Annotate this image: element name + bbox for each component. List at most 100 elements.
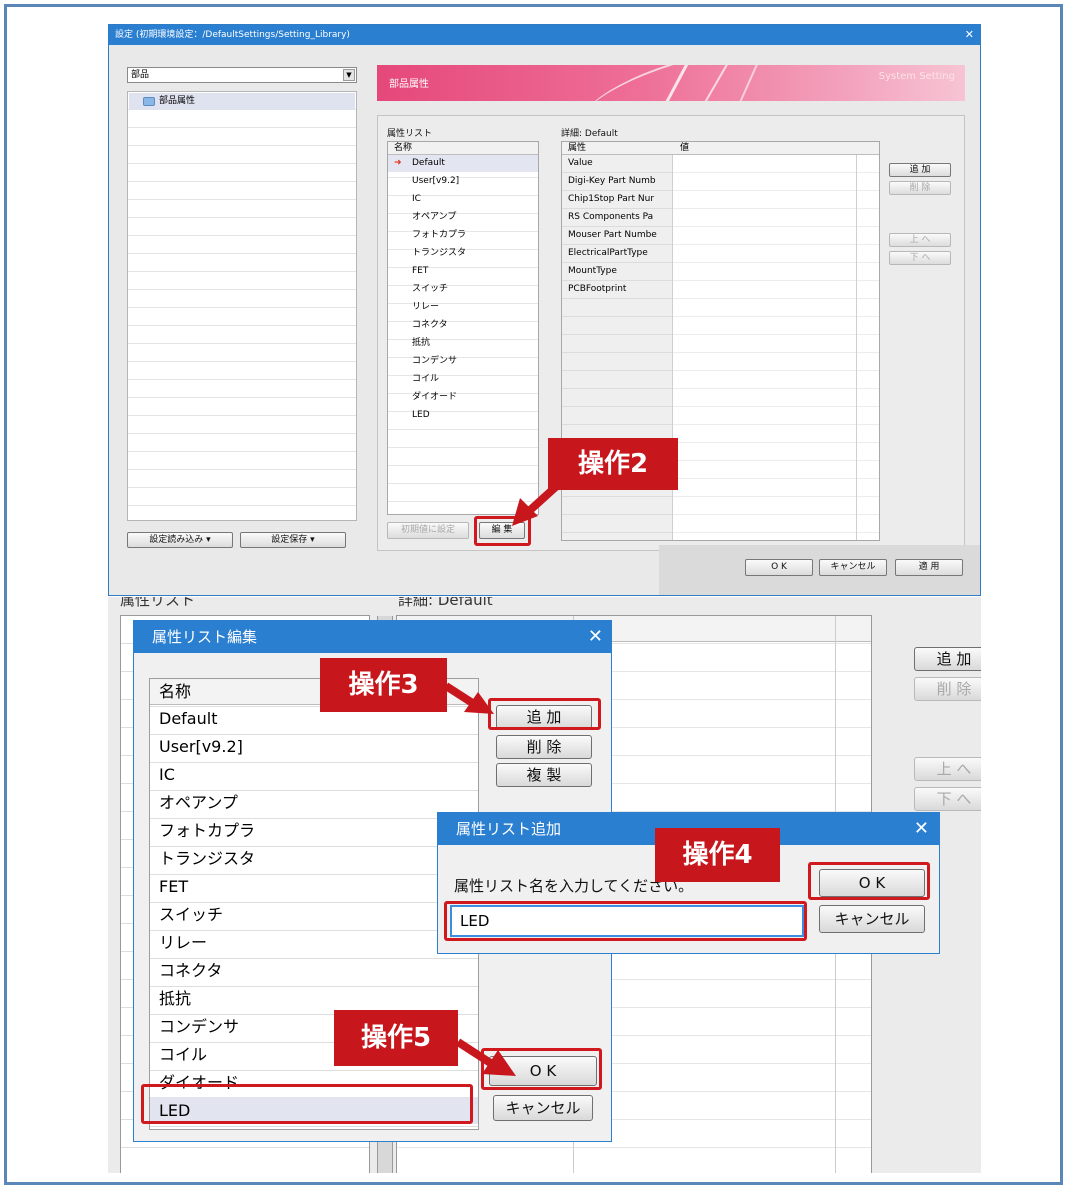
delete-button[interactable]: 削 除 bbox=[889, 181, 951, 195]
list-item[interactable]: フォトカプラ bbox=[388, 227, 538, 244]
bg-delete-button[interactable]: 削 除 bbox=[914, 677, 981, 701]
banner-title: 部品属性 bbox=[389, 79, 429, 90]
move-up-button[interactable]: 上 へ bbox=[889, 233, 951, 247]
list-item[interactable]: FET bbox=[150, 873, 478, 900]
settings-tree: 部品属性 bbox=[127, 91, 357, 521]
add-button[interactable]: 追 加 bbox=[889, 163, 951, 177]
list-item[interactable]: リレー bbox=[150, 929, 478, 956]
folder-icon bbox=[143, 97, 155, 106]
list-item[interactable]: コンデンサ bbox=[388, 353, 538, 370]
bg-add-button[interactable]: 追 加 bbox=[914, 647, 981, 671]
list-item-label: コネクタ bbox=[412, 320, 448, 330]
list-item-label: Default bbox=[412, 158, 445, 168]
save-settings-button[interactable]: 設定保存 ▾ bbox=[240, 532, 346, 548]
step5-callout: 操作5 bbox=[334, 1010, 458, 1066]
list-item-label: リレー bbox=[412, 302, 440, 312]
list-item[interactable]: ➜ Default bbox=[388, 155, 538, 172]
table-row[interactable]: Value bbox=[568, 155, 668, 172]
move-down-button[interactable]: 下 へ bbox=[889, 251, 951, 265]
add-cancel-button[interactable]: キャンセル bbox=[819, 905, 925, 933]
list-item[interactable]: オペアンプ bbox=[388, 209, 538, 226]
list-item[interactable]: トランジスタ bbox=[388, 245, 538, 262]
arrow-right-icon: ➜ bbox=[394, 158, 402, 168]
grid-header-attribute: 属性 bbox=[568, 143, 587, 153]
category-select-value: 部品 bbox=[131, 70, 150, 80]
list-item[interactable]: リレー bbox=[388, 299, 538, 316]
table-row[interactable]: Digi-Key Part Numb bbox=[568, 173, 668, 190]
bg-move-up-button[interactable]: 上 へ bbox=[914, 757, 981, 781]
list-item[interactable]: 抵抗 bbox=[388, 335, 538, 352]
list-item[interactable]: IC bbox=[150, 761, 478, 788]
table-row[interactable]: RS Components Pa bbox=[568, 209, 668, 226]
grid-header-value: 値 bbox=[680, 143, 690, 153]
step4-callout: 操作4 bbox=[655, 828, 780, 882]
edit-delete-button[interactable]: 削 除 bbox=[496, 735, 592, 759]
step3-callout: 操作3 bbox=[320, 658, 447, 712]
list-item[interactable]: IC bbox=[388, 191, 538, 208]
list-item[interactable]: スイッチ bbox=[150, 901, 478, 928]
step5-led-highlight bbox=[141, 1084, 473, 1124]
load-settings-button[interactable]: 設定読み込み ▾ bbox=[127, 532, 233, 548]
chevron-down-icon[interactable]: ▼ bbox=[343, 69, 355, 81]
list-item-label: ダイオード bbox=[412, 392, 458, 402]
step3-highlight bbox=[488, 698, 601, 730]
set-initial-button[interactable]: 初期値に設定 bbox=[387, 522, 469, 539]
list-item[interactable]: FET bbox=[388, 263, 538, 280]
attr-list-header: 名称 bbox=[388, 142, 538, 155]
list-item[interactable]: コネクタ bbox=[150, 957, 478, 984]
table-row[interactable]: Mouser Part Numbe bbox=[568, 227, 668, 244]
list-item[interactable]: コネクタ bbox=[388, 317, 538, 334]
close-icon[interactable]: ✕ bbox=[588, 621, 603, 653]
step3-arrow bbox=[443, 682, 494, 714]
list-item[interactable]: スイッチ bbox=[388, 281, 538, 298]
table-row[interactable]: Chip1Stop Part Nur bbox=[568, 191, 668, 208]
cancel-button[interactable]: キャンセル bbox=[819, 559, 887, 576]
list-item-label: FET bbox=[412, 266, 429, 276]
list-item-label: User[v9.2] bbox=[412, 176, 460, 186]
edit-dialog-title: 属性リスト編集 bbox=[152, 628, 258, 646]
list-item-label: トランジスタ bbox=[412, 248, 467, 258]
list-item[interactable]: User[v9.2] bbox=[150, 733, 478, 760]
add-dialog-title: 属性リスト追加 bbox=[456, 820, 562, 838]
step2-arrow bbox=[512, 471, 573, 526]
category-select[interactable]: 部品 ▼ bbox=[127, 67, 357, 83]
edit-cancel-button[interactable]: キャンセル bbox=[493, 1095, 593, 1121]
list-item-label: コンデンサ bbox=[412, 356, 458, 366]
step4-input-highlight bbox=[444, 901, 807, 941]
list-item[interactable]: 抵抗 bbox=[150, 985, 478, 1012]
attr-list[interactable]: 名称 ➜ Default User[v9.2] IC オペアンプ フォトカプラ ト… bbox=[387, 141, 539, 515]
list-item-label: コイル bbox=[412, 374, 440, 384]
close-icon[interactable]: ✕ bbox=[965, 25, 974, 45]
tree-node-part-attributes[interactable]: 部品属性 bbox=[129, 93, 355, 110]
list-item[interactable]: ダイオード bbox=[388, 389, 538, 406]
list-item[interactable]: コイル bbox=[388, 371, 538, 388]
list-item[interactable]: トランジスタ bbox=[150, 845, 478, 872]
attr-list-label: 属性リスト bbox=[387, 129, 433, 139]
settings-title: 設定 (初期環境設定：/DefaultSettings/Setting_Libr… bbox=[115, 30, 350, 40]
grid-background bbox=[672, 155, 879, 540]
table-row[interactable]: ElectricalPartType bbox=[568, 245, 668, 262]
step5-arrow bbox=[455, 1038, 516, 1076]
grid-divider bbox=[856, 142, 857, 540]
list-item-label: 抵抗 bbox=[412, 338, 431, 348]
bg-attr-list-label: 属性リスト bbox=[120, 597, 196, 609]
list-item[interactable]: LED bbox=[388, 407, 538, 424]
bg-move-down-button[interactable]: 下 へ bbox=[914, 787, 981, 811]
apply-button[interactable]: 適 用 bbox=[895, 559, 963, 576]
ok-button[interactable]: O K bbox=[745, 559, 813, 576]
tree-node-label: 部品属性 bbox=[159, 96, 196, 106]
list-item-label: LED bbox=[412, 410, 430, 420]
list-item-label: IC bbox=[412, 194, 421, 204]
list-item[interactable]: フォトカプラ bbox=[150, 817, 478, 844]
close-icon[interactable]: ✕ bbox=[914, 813, 929, 845]
edit-duplicate-button[interactable]: 複 製 bbox=[496, 763, 592, 787]
table-row[interactable]: MountType bbox=[568, 263, 668, 280]
detail-label: 詳細: Default bbox=[561, 129, 618, 139]
settings-titlebar: 設定 (初期環境設定：/DefaultSettings/Setting_Libr… bbox=[109, 25, 980, 45]
list-item[interactable]: オペアンプ bbox=[150, 789, 478, 816]
banner-subtitle: System Setting bbox=[878, 71, 955, 82]
header-banner: 部品属性 System Setting bbox=[377, 65, 965, 101]
list-item[interactable]: User[v9.2] bbox=[388, 173, 538, 190]
grid-header: 属性 値 bbox=[562, 142, 879, 155]
table-row[interactable]: PCBFootprint bbox=[568, 281, 668, 298]
